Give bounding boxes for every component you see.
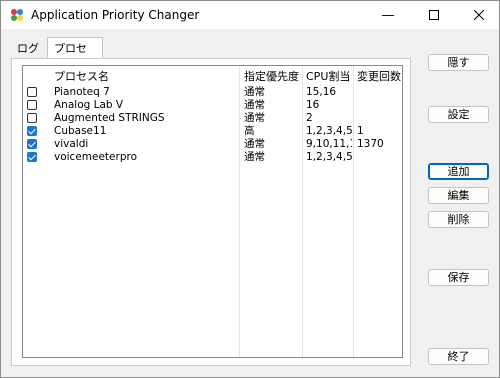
tab-log[interactable]: ログ: [11, 40, 47, 58]
column-header-count[interactable]: 変更回数: [357, 68, 401, 84]
table-row[interactable]: voicemeeterpro 通常 1,2,3,4,5,...: [23, 151, 402, 164]
process-priority: 通常: [244, 86, 265, 98]
row-checkbox[interactable]: [27, 100, 37, 110]
app-icon: [11, 9, 23, 21]
table-row[interactable]: Augmented STRINGS 通常 2: [23, 112, 402, 125]
row-checkbox[interactable]: [27, 152, 37, 162]
process-priority: 通常: [244, 99, 265, 111]
title-bar: Application Priority Changer —: [1, 1, 499, 29]
column-header-cpu[interactable]: CPU割当: [306, 68, 350, 84]
process-count: 1: [357, 125, 364, 137]
process-cpu: 9,10,11,1...: [306, 138, 352, 150]
edit-button[interactable]: 編集: [428, 187, 489, 204]
delete-button[interactable]: 削除: [428, 211, 489, 228]
process-cpu: 16: [306, 99, 320, 111]
process-name: voicemeeterpro: [54, 151, 138, 163]
process-cpu: 1,2,3,4,5,...: [306, 151, 352, 163]
process-priority: 通常: [244, 151, 265, 163]
process-name: vivaldi: [54, 138, 89, 150]
window-title: Application Priority Changer: [31, 8, 200, 22]
list-header: プロセス名 指定優先度 CPU割当 変更回数: [23, 66, 402, 83]
table-row[interactable]: Pianoteq 7 通常 15,16: [23, 86, 402, 99]
column-header-name[interactable]: プロセス名: [54, 68, 109, 84]
row-checkbox[interactable]: [27, 126, 37, 136]
process-priority: 通常: [244, 112, 265, 124]
process-cpu: 15,16: [306, 86, 337, 98]
process-count: 1370: [357, 138, 384, 150]
table-row[interactable]: Analog Lab V 通常 16: [23, 99, 402, 112]
column-header-priority[interactable]: 指定優先度: [244, 68, 299, 84]
maximize-button[interactable]: [411, 1, 457, 29]
process-name: Cubase11: [54, 125, 107, 137]
table-row[interactable]: vivaldi 通常 9,10,11,1... 1370: [23, 138, 402, 151]
close-icon: [474, 10, 484, 20]
process-priority: 通常: [244, 138, 265, 150]
close-button[interactable]: [456, 1, 500, 29]
minimize-icon: —: [381, 7, 395, 23]
process-name: Analog Lab V: [54, 99, 124, 111]
process-list[interactable]: プロセス名 指定優先度 CPU割当 変更回数 Pianoteq 7 通常 15,…: [22, 65, 403, 358]
table-row[interactable]: Cubase11 高 1,2,3,4,5,... 1: [23, 125, 402, 138]
process-priority: 高: [244, 125, 255, 137]
minimize-button[interactable]: —: [365, 1, 411, 29]
row-checkbox[interactable]: [27, 113, 37, 123]
maximize-icon: [429, 10, 439, 20]
add-button[interactable]: 追加: [428, 163, 489, 180]
process-name: Augmented STRINGS: [54, 112, 165, 124]
save-button[interactable]: 保存: [428, 269, 489, 286]
hide-button[interactable]: 隠す: [428, 54, 489, 71]
app-window: Application Priority Changer — ログ プロセス プ…: [0, 0, 500, 378]
row-checkbox[interactable]: [27, 139, 37, 149]
row-checkbox[interactable]: [27, 87, 37, 97]
process-cpu: 1,2,3,4,5,...: [306, 125, 352, 137]
process-panel: プロセス名 指定優先度 CPU割当 変更回数 Pianoteq 7 通常 15,…: [11, 58, 411, 366]
settings-button[interactable]: 設定: [428, 106, 489, 123]
process-cpu: 2: [306, 112, 313, 124]
exit-button[interactable]: 終了: [428, 348, 489, 365]
tab-process[interactable]: プロセス: [47, 37, 103, 76]
process-name: Pianoteq 7: [54, 86, 110, 98]
